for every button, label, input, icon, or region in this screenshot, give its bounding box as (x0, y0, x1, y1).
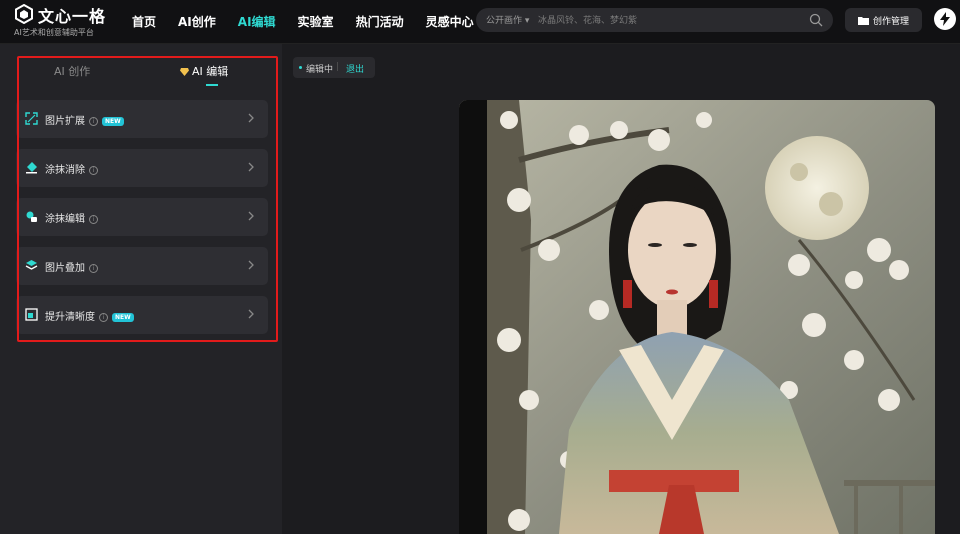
image-canvas[interactable] (459, 100, 935, 534)
exit-button[interactable]: 退出 (346, 62, 364, 75)
nav-item-inspiration[interactable]: 灵感中心 (426, 13, 474, 30)
brand-title[interactable]: 文心一格 (38, 3, 106, 27)
search-input[interactable]: 冰晶风铃、花海、梦幻紫 (538, 13, 637, 26)
status-dot (299, 66, 302, 69)
nav-item-lab[interactable]: 实验室 (298, 13, 334, 30)
editing-status-label: 编辑中 (306, 65, 334, 75)
annotation-highlight-box (17, 56, 278, 342)
create-manage-label: 创作管理 (872, 16, 909, 27)
search-filter-select[interactable]: 公开画作 ▾ (486, 13, 529, 26)
main-nav: 首页 AI创作 AI编辑 实验室 热门活动 灵感中心 (132, 13, 496, 30)
nav-item-events[interactable]: 热门活动 (356, 13, 404, 30)
search-icon[interactable] (809, 13, 823, 27)
brand-subtitle: AI艺术和创意辅助平台 (14, 28, 94, 37)
editing-status-bar: 编辑中 | 退出 (293, 57, 375, 78)
folder-icon (857, 16, 869, 25)
nav-item-ai-edit[interactable]: AI编辑 (238, 13, 276, 30)
logo-icon[interactable] (14, 4, 34, 24)
lightning-icon (940, 12, 950, 26)
create-manage-button[interactable]: 创作管理 (845, 8, 922, 32)
search-bar[interactable]: 公开画作 ▾ 冰晶风铃、花海、梦幻紫 (476, 8, 833, 32)
nav-item-home[interactable]: 首页 (132, 13, 156, 30)
artwork-image (459, 100, 935, 534)
top-bar: 文心一格 AI艺术和创意辅助平台 首页 AI创作 AI编辑 实验室 热门活动 灵… (0, 0, 960, 44)
lightning-button[interactable] (934, 8, 956, 30)
status-divider: | (336, 62, 340, 72)
nav-item-ai-create[interactable]: AI创作 (178, 13, 216, 30)
